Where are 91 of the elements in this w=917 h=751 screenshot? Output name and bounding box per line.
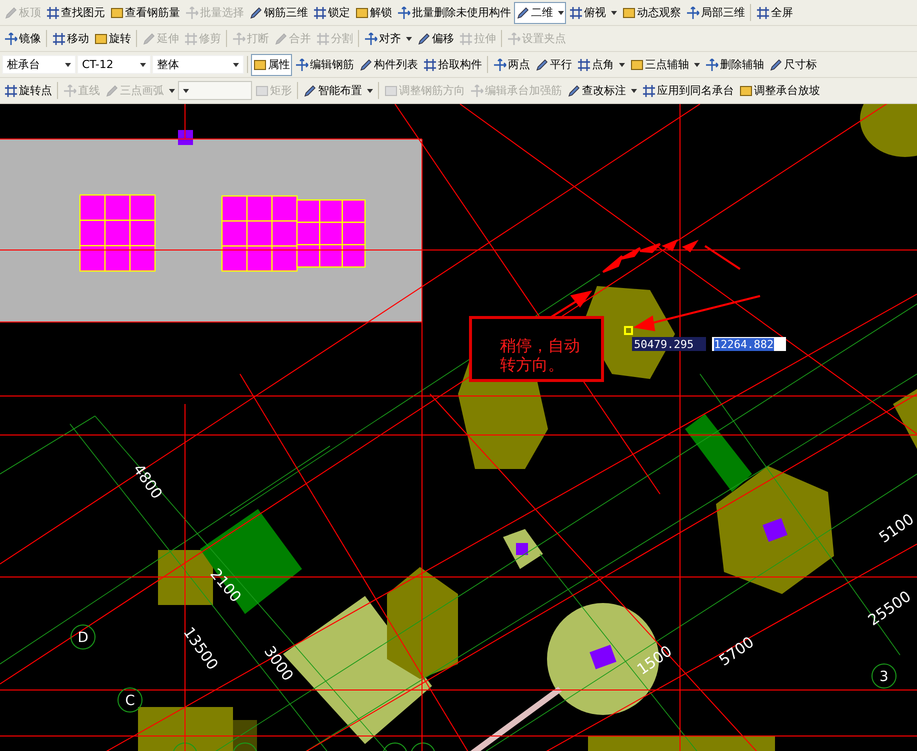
pencil-icon xyxy=(535,58,549,72)
arrow-icon xyxy=(686,6,700,20)
arrow-icon xyxy=(397,6,411,20)
pile-grid xyxy=(296,199,366,268)
pile-cap-shape xyxy=(893,389,917,449)
toolbar-button[interactable]: 解锁 xyxy=(353,2,394,24)
pencil-icon xyxy=(303,84,317,98)
box-icon xyxy=(630,58,644,72)
toolbar-button[interactable]: 旋转 xyxy=(92,28,133,50)
toolbar-button[interactable]: 钢筋三维 xyxy=(247,2,310,24)
pencil-icon xyxy=(105,84,119,98)
toolbar-button[interactable]: 两点 xyxy=(491,54,532,76)
toolbar-button[interactable]: 拾取构件 xyxy=(421,54,484,76)
box-icon xyxy=(110,6,124,20)
toolbar-button[interactable]: 点角 xyxy=(575,54,627,76)
arrow-icon xyxy=(364,32,378,46)
grid-icon xyxy=(423,58,437,72)
toolbar-button[interactable]: 俯视 xyxy=(567,2,619,24)
arrow-icon xyxy=(4,32,18,46)
annotation-text: 稍停，自动转方向。 xyxy=(469,316,604,382)
toolbar-button[interactable]: 构件列表 xyxy=(357,54,420,76)
pencil-icon xyxy=(769,58,783,72)
toolbar-button[interactable]: 旋转点 xyxy=(2,80,54,102)
toolbar-button[interactable]: 删除辅轴 xyxy=(703,54,766,76)
arrow-icon xyxy=(705,58,719,72)
toolbar-button[interactable]: 调整承台放坡 xyxy=(737,80,822,102)
toolbar-button[interactable]: 平行 xyxy=(533,54,574,76)
box-icon xyxy=(94,32,108,46)
pencil-icon xyxy=(274,32,288,46)
pencil-icon xyxy=(4,6,18,20)
snap-marker xyxy=(624,326,633,335)
grid-icon xyxy=(316,32,330,46)
pencil-icon xyxy=(516,6,530,20)
dropdown-field[interactable]: CT-12 xyxy=(77,55,151,74)
toolbar-button[interactable]: 应用到同名承台 xyxy=(640,80,736,102)
pencil-icon xyxy=(567,84,581,98)
pencil-icon xyxy=(249,6,263,20)
grid-icon xyxy=(756,6,770,20)
arrow-icon xyxy=(63,84,77,98)
grid-icon xyxy=(577,58,591,72)
pile-cap-shape xyxy=(860,104,917,157)
pencil-icon xyxy=(359,58,373,72)
grid-icon xyxy=(313,6,327,20)
toolbar-button[interactable]: 局部三维 xyxy=(684,2,747,24)
grid-icon xyxy=(46,6,60,20)
axis-label: 3 xyxy=(872,664,896,688)
arrow-icon xyxy=(232,32,246,46)
toolbar-button[interactable]: 批量删除未使用构件 xyxy=(395,2,513,24)
toolbar-button[interactable]: 查找图元 xyxy=(44,2,107,24)
grid-icon xyxy=(52,32,66,46)
column-marker xyxy=(516,543,528,555)
box-icon xyxy=(622,6,636,20)
box-icon xyxy=(255,84,269,98)
pencil-icon xyxy=(142,32,156,46)
dropdown-field[interactable]: 桩承台 xyxy=(2,55,76,74)
toolbar-button[interactable]: 镜像 xyxy=(2,28,43,50)
toolbar-button[interactable]: 偏移 xyxy=(415,28,456,50)
box-icon xyxy=(739,84,753,98)
toolbar-button[interactable]: 尺寸标 xyxy=(767,54,819,76)
pencil-icon xyxy=(417,32,431,46)
toolbar-button[interactable]: 查改标注 xyxy=(565,80,639,102)
toolbar-button[interactable]: 移动 xyxy=(50,28,91,50)
toolbar-button[interactable]: 三点辅轴 xyxy=(628,54,702,76)
toolbar-button[interactable]: 全屏 xyxy=(754,2,795,24)
toolbar-button[interactable]: 编辑钢筋 xyxy=(293,54,356,76)
grid-icon xyxy=(569,6,583,20)
toolbar-button[interactable]: 锁定 xyxy=(311,2,352,24)
toolbar-button[interactable]: 查看钢筋量 xyxy=(108,2,182,24)
toolbar-button[interactable]: 属性 xyxy=(251,54,292,76)
arrow-icon xyxy=(185,6,199,20)
coordinate-input[interactable]: 50479.295 xyxy=(632,337,706,351)
toolbar-button[interactable]: 对齐 xyxy=(362,28,414,50)
box-icon xyxy=(384,84,398,98)
toolbar-button[interactable]: 动态观察 xyxy=(620,2,683,24)
arrow-icon xyxy=(493,58,507,72)
column-marker xyxy=(590,644,616,670)
arrow-icon xyxy=(470,84,484,98)
grid-icon xyxy=(642,84,656,98)
box-icon xyxy=(253,58,267,72)
grid-icon xyxy=(459,32,473,46)
grid-icon xyxy=(4,84,18,98)
box-icon xyxy=(355,6,369,20)
toolbar-button[interactable]: 二维 xyxy=(514,2,566,24)
grid-icon xyxy=(184,32,198,46)
dropdown-field[interactable]: 整体 xyxy=(152,55,244,74)
toolbar-button[interactable]: 智能布置 xyxy=(301,80,375,102)
axis-label: D xyxy=(70,624,96,650)
arrow-icon xyxy=(295,58,309,72)
coordinate-input[interactable]: 12264.882 xyxy=(712,337,786,351)
arrow-icon xyxy=(507,32,521,46)
axis-label: C xyxy=(118,688,142,712)
